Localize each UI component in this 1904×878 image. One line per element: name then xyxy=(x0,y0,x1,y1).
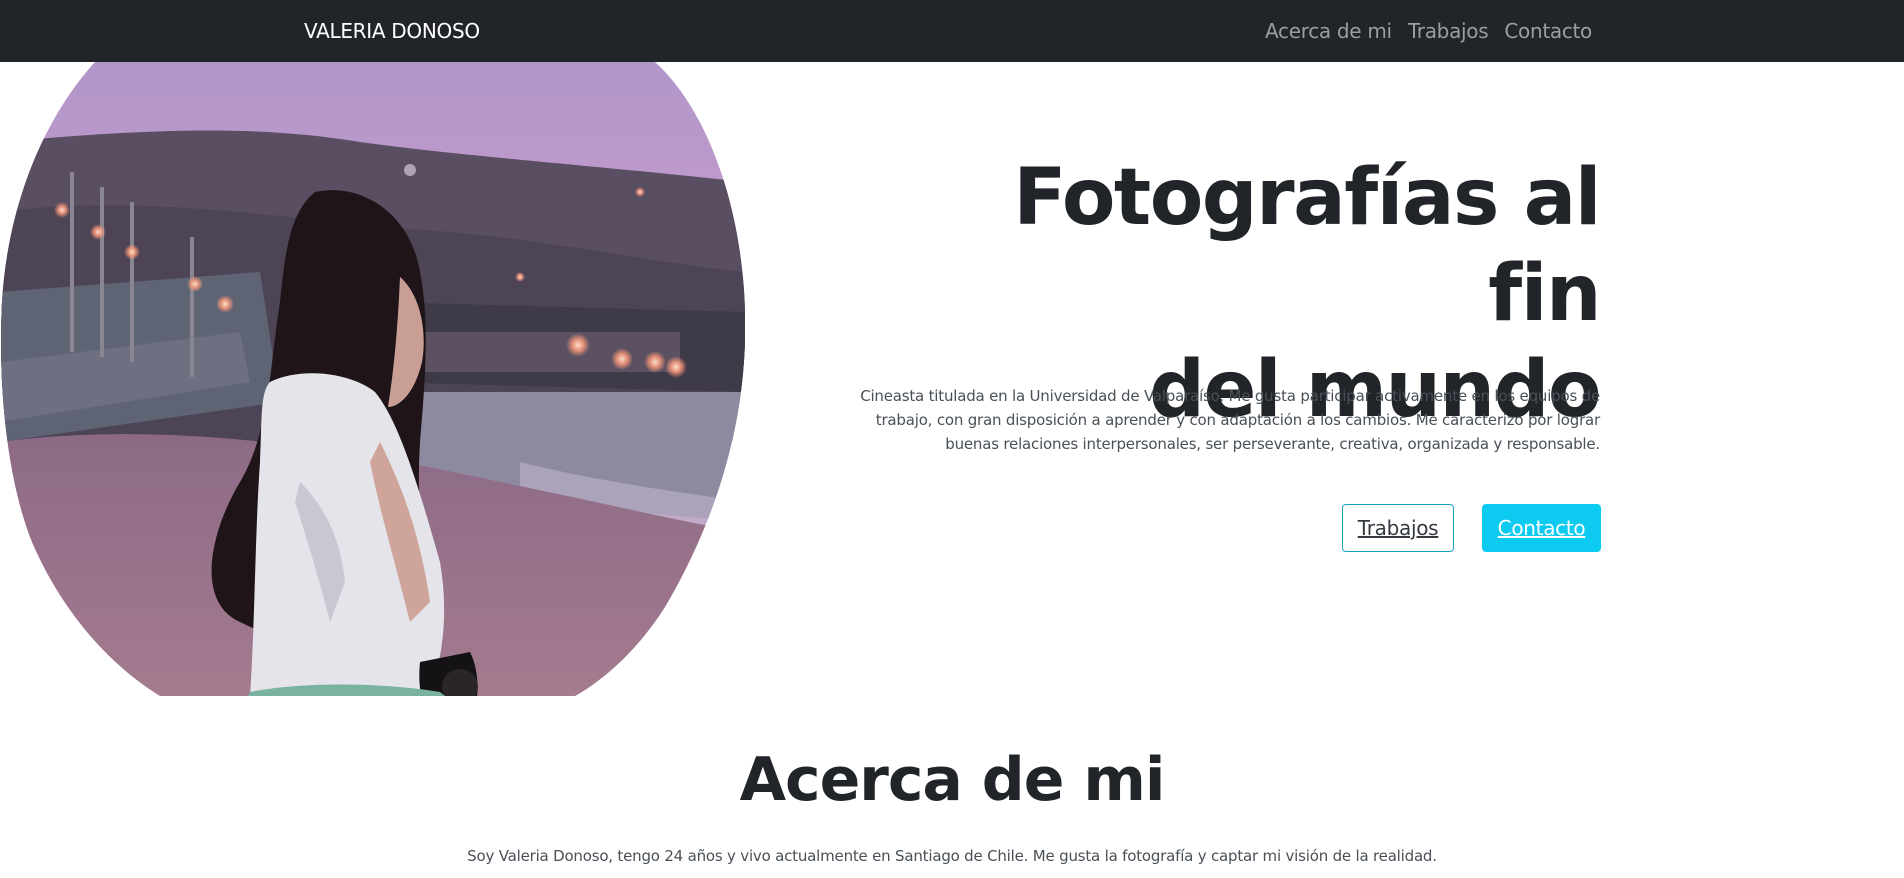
navbar: VALERIA DONOSO Acerca de mi Trabajos Con… xyxy=(0,0,1904,62)
nav-links: Acerca de mi Trabajos Contacto xyxy=(1265,19,1592,43)
hero-title-line1: Fotografías al fin xyxy=(1013,153,1601,339)
trabajos-button[interactable]: Trabajos xyxy=(1342,504,1454,552)
hero-description-line1: Cineasta titulada en la Universidad de V… xyxy=(860,387,1600,405)
hero-photo xyxy=(0,62,745,696)
nav-link-contacto[interactable]: Contacto xyxy=(1504,19,1592,43)
hero-description-line2: trabajo, con gran disposición a aprender… xyxy=(875,411,1600,429)
nav-link-acerca[interactable]: Acerca de mi xyxy=(1265,19,1392,43)
contacto-button[interactable]: Contacto xyxy=(1482,504,1601,552)
about-title: Acerca de mi xyxy=(739,745,1166,815)
brand-link[interactable]: VALERIA DONOSO xyxy=(304,19,480,43)
nav-link-trabajos[interactable]: Trabajos xyxy=(1408,19,1489,43)
about-text: Soy Valeria Donoso, tengo 24 años y vivo… xyxy=(467,847,1437,865)
hero-description-line3: buenas relaciones interpersonales, ser p… xyxy=(945,435,1600,453)
hero-description: Cineasta titulada en la Universidad de V… xyxy=(840,384,1600,456)
